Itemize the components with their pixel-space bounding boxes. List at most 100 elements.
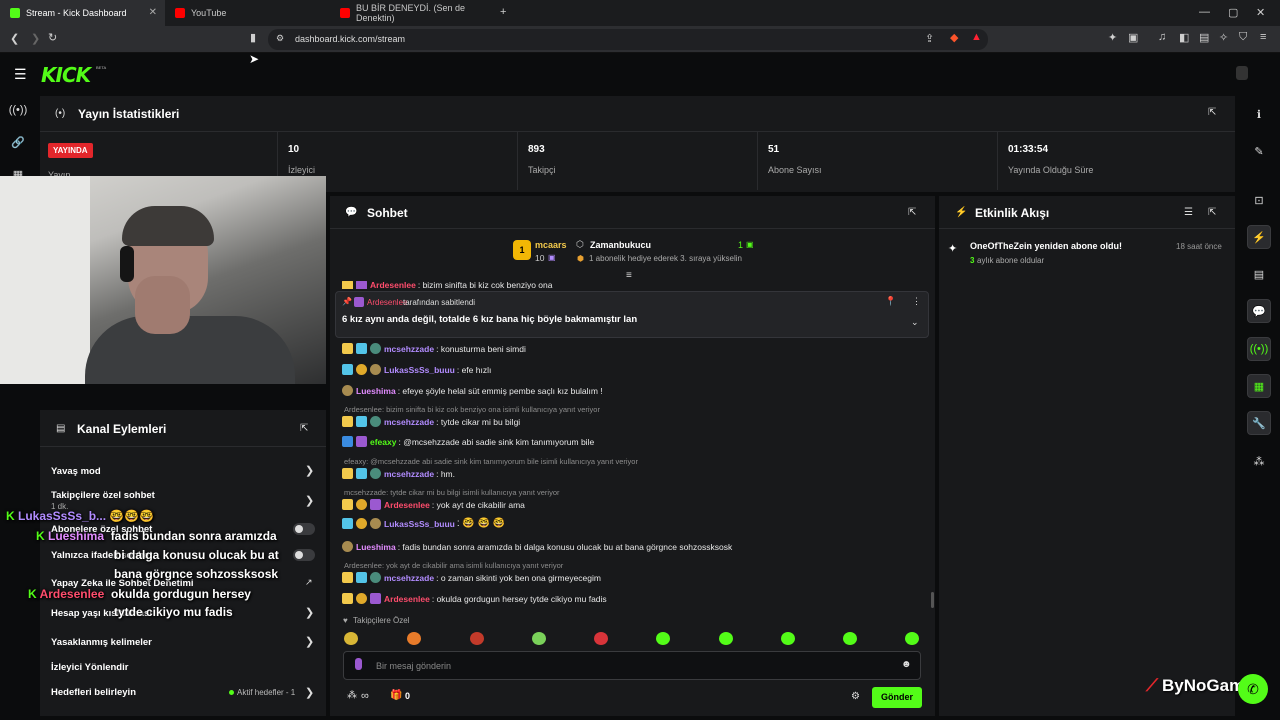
action-followers-only[interactable]: Takipçilere özel sohbet [51, 490, 155, 501]
chat-scrollbar[interactable] [931, 592, 934, 608]
popout-icon[interactable]: ⇱ [1208, 207, 1216, 218]
chat-username[interactable]: mcsehzzade [384, 573, 434, 583]
site-info-icon[interactable]: ⚙ [276, 33, 284, 44]
extensions-icon[interactable]: ✦ [1108, 31, 1117, 44]
activity-rail-icon[interactable]: ⚡ [1247, 225, 1271, 249]
filter-icon[interactable]: ☰ [1184, 207, 1193, 218]
actions-rail-icon[interactable]: ▦ [1247, 374, 1271, 398]
action-raid[interactable]: İzleyici Yönlendir [51, 662, 128, 673]
chevron-right-icon[interactable]: ❯ [305, 494, 314, 507]
whatsapp-icon[interactable]: ✆ [1238, 674, 1268, 704]
collapse-icon[interactable]: ≡ [626, 270, 632, 281]
chat-username[interactable]: LukasSsSs_buuu [384, 519, 455, 529]
chevron-right-icon[interactable]: ❯ [305, 635, 314, 648]
chat-username[interactable]: Ardesenlee [384, 594, 430, 604]
emote-icon[interactable] [781, 632, 795, 645]
emote-icon[interactable] [719, 632, 733, 645]
emote-icon[interactable] [407, 632, 421, 645]
link-rail-icon[interactable]: 🔗 [8, 132, 28, 152]
chevron-right-icon[interactable]: ❯ [305, 606, 314, 619]
tab-youtube[interactable]: YouTube [165, 0, 330, 26]
kick-logo[interactable]: KICK [41, 63, 91, 87]
chat-username[interactable]: mcsehzzade [384, 469, 434, 479]
external-link-icon[interactable]: ↗ [305, 577, 313, 588]
tab-kick-dashboard[interactable]: Stream - Kick Dashboard ✕ [0, 0, 165, 26]
notes-icon[interactable]: ▤ [1247, 262, 1271, 286]
popout-icon[interactable]: ⇱ [1208, 107, 1216, 118]
chat-username[interactable]: Ardesenlee [370, 281, 416, 289]
emote-icon[interactable] [656, 632, 670, 645]
emote-icon[interactable] [905, 632, 919, 645]
points-rail-icon[interactable]: ⁂ [1247, 449, 1271, 473]
url-field[interactable]: dashboard.kick.com/stream [268, 29, 988, 50]
subs-only-toggle[interactable] [293, 523, 315, 535]
leo-icon[interactable]: ✧ [1219, 31, 1228, 44]
points-icon[interactable]: ⁂ [347, 690, 357, 701]
gifter-name[interactable]: Zamanbukucu [590, 240, 651, 250]
popout-icon[interactable]: ⇱ [300, 423, 308, 434]
emote-icon[interactable] [843, 632, 857, 645]
edit-icon[interactable]: ✎ [1247, 139, 1271, 163]
chevron-right-icon[interactable]: ❯ [305, 464, 314, 477]
brave-rewards-icon[interactable]: ▲ [971, 31, 982, 43]
chat-message: mcsehzzade: hm. [342, 468, 455, 479]
chat-username[interactable]: mcsehzzade [384, 417, 434, 427]
screenshot-icon[interactable]: ▣ [1128, 31, 1138, 44]
bookmark-icon[interactable]: ▮ [250, 31, 256, 44]
close-window-icon[interactable]: ✕ [1256, 6, 1265, 19]
tools-rail-icon[interactable]: 🔧 [1247, 411, 1271, 435]
chat-username[interactable]: mcsehzzade [384, 344, 434, 354]
emote-icon[interactable] [532, 632, 546, 645]
person-hand [135, 276, 190, 334]
chat-username[interactable]: Ardesenlee [384, 500, 430, 510]
microphone-icon[interactable] [355, 658, 362, 670]
avatar[interactable] [1236, 66, 1248, 80]
tab-video[interactable]: BU BİR DENEYDİ. (Sen de Denektin) [330, 0, 495, 26]
chat-username[interactable]: efeaxy [370, 437, 396, 447]
forward-icon[interactable]: ❯ [31, 32, 40, 45]
emoji-picker-icon[interactable]: ☻ [901, 659, 912, 670]
chat-username[interactable]: LukasSsSs_buuu [384, 365, 455, 375]
chat-username[interactable]: Lueshima [356, 542, 396, 552]
stream-rail-icon[interactable]: ((•)) [8, 100, 28, 120]
leader-name[interactable]: mcaars [535, 240, 567, 250]
emote-only-toggle[interactable] [293, 549, 315, 561]
more-options-icon[interactable]: ⋮ [912, 296, 921, 307]
info-icon[interactable]: ℹ [1247, 102, 1271, 126]
chevron-right-icon[interactable]: ❯ [305, 686, 314, 699]
wallet-icon[interactable]: ▤ [1199, 31, 1209, 44]
chat-username[interactable]: Lueshima [356, 386, 396, 396]
share-icon[interactable]: ⇪ [925, 32, 934, 45]
minimize-icon[interactable]: — [1199, 6, 1210, 18]
popout-icon[interactable]: ⇱ [908, 207, 916, 218]
chevron-down-icon[interactable]: ⌄ [911, 317, 919, 328]
maximize-icon[interactable]: ▢ [1228, 6, 1238, 19]
chat-message: mcsehzzade: konusturma beni simdi [342, 343, 526, 354]
close-tab-icon[interactable]: ✕ [149, 7, 157, 18]
chat-rail-icon[interactable]: 💬 [1247, 299, 1271, 323]
action-goals[interactable]: Hedefleri belirleyin [51, 687, 136, 698]
vpn-icon[interactable]: ⛉ [1239, 31, 1247, 44]
sidebar-icon[interactable]: ◧ [1179, 31, 1189, 44]
unpin-icon[interactable]: 📍 [885, 296, 896, 307]
emote-icon[interactable] [594, 632, 608, 645]
focus-icon[interactable]: ⊡ [1247, 188, 1271, 212]
reload-icon[interactable]: ↻ [48, 31, 57, 44]
action-slow-mode[interactable]: Yavaş mod [51, 466, 101, 477]
emote-icon[interactable] [344, 632, 358, 645]
action-banned-words[interactable]: Yasaklanmış kelimeler [51, 637, 152, 648]
send-button[interactable]: Gönder [872, 687, 922, 708]
hamburger-menu-icon[interactable]: ☰ [14, 66, 27, 83]
brave-shield-icon[interactable]: ◆ [950, 31, 958, 44]
broadcast-rail-icon[interactable]: ((•)) [1247, 337, 1271, 361]
new-tab-icon[interactable]: + [500, 6, 506, 18]
overlay-chat-line: tytde cikiyo mu fadis [114, 605, 233, 619]
chat-settings-icon[interactable]: ⚙ [851, 691, 860, 702]
stat-value: 10 [288, 144, 300, 155]
back-icon[interactable]: ❮ [10, 32, 19, 45]
music-icon[interactable]: ♫ [1158, 31, 1166, 43]
emote-icon[interactable] [470, 632, 484, 645]
pinned-by-user[interactable]: Ardesenlee [367, 298, 407, 307]
menu-icon[interactable]: ≡ [1260, 31, 1266, 43]
gift-box-icon[interactable]: 🎁 [390, 690, 402, 701]
